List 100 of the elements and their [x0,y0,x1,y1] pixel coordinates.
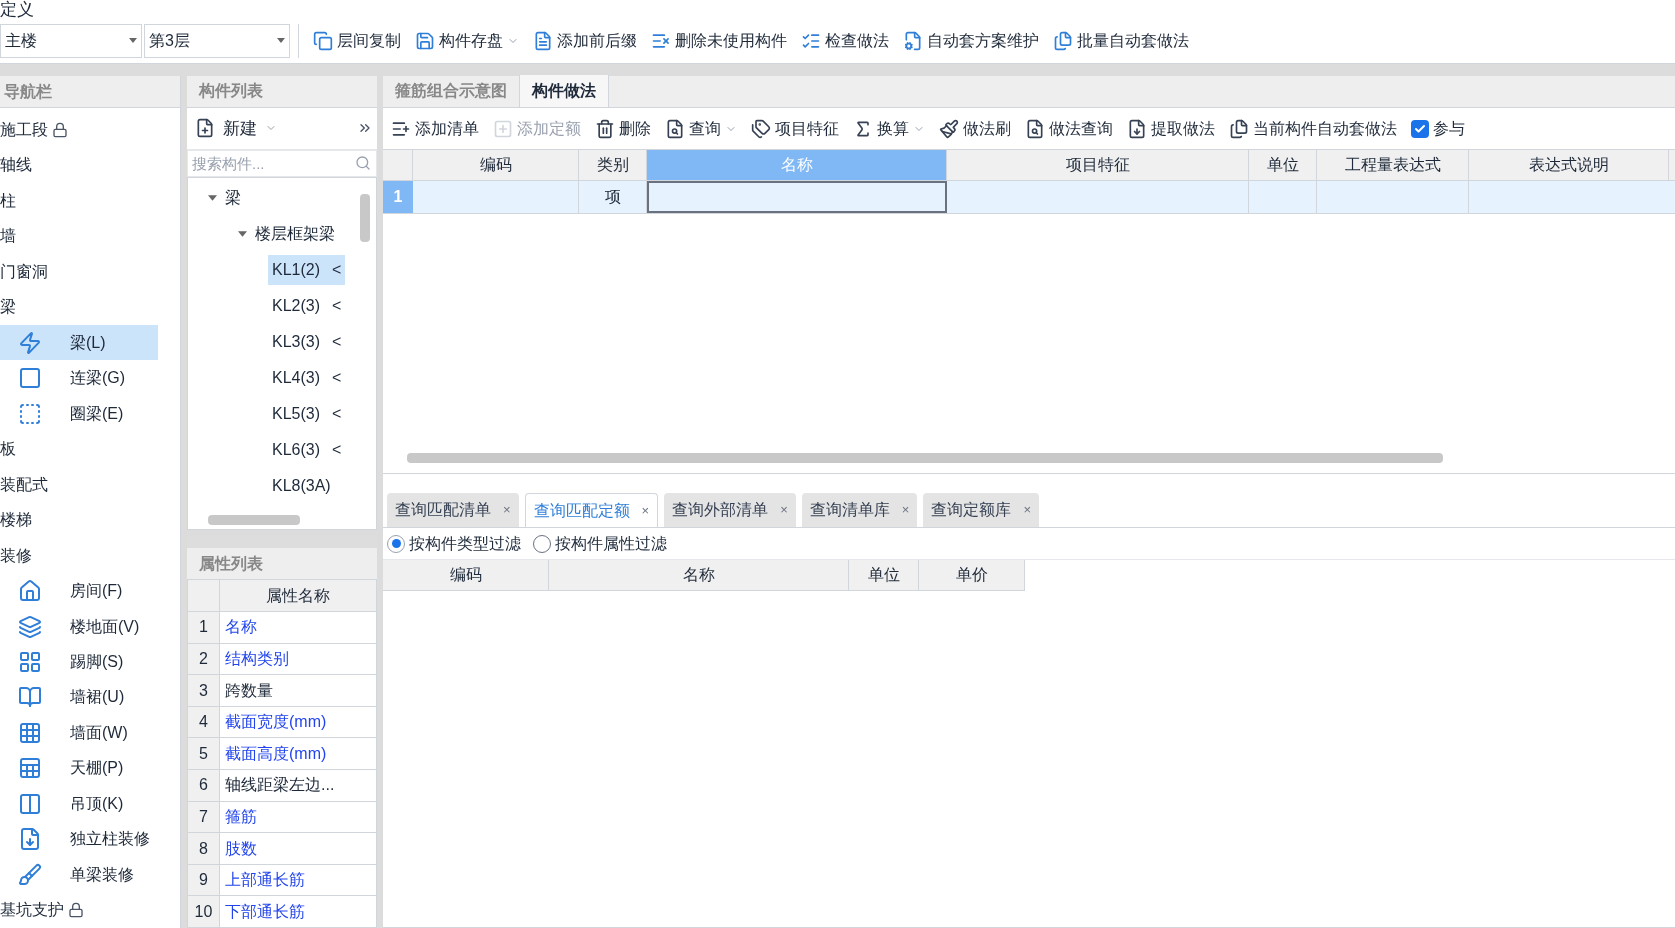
participate-checkbox[interactable]: 参与 [1411,116,1465,141]
column-header[interactable]: 项目特征 [947,150,1249,180]
scrollbar[interactable] [208,515,300,526]
close-icon[interactable]: × [901,500,910,520]
toolbar-button[interactable]: 删除未使用构件 [651,28,787,53]
toolbar-button[interactable]: 自动套方案维护 [903,28,1039,53]
tree-item[interactable]: KL5(3) < [268,398,346,429]
building-dropdown[interactable]: 主楼 [0,23,142,58]
toolbar-button[interactable]: 项目特征 [751,116,839,141]
tree-node[interactable]: 梁 [208,185,241,210]
column-header[interactable]: 表达式说明 [1469,150,1669,180]
nav-item[interactable]: 墙面(W) [0,715,158,751]
toolbar-button[interactable]: 当前构件自动套做法 [1229,116,1397,141]
tree-node[interactable]: 楼层框架梁 [238,221,335,246]
floor-dropdown[interactable]: 第3层 [144,23,290,58]
tree-item[interactable]: KL1(2) < [268,254,346,285]
property-name[interactable]: 截面宽度(mm) [220,706,377,738]
radio-button[interactable] [387,534,405,553]
nav-group[interactable]: 施工段 [0,117,68,142]
search-icon [355,154,371,171]
new-file-icon [195,118,215,139]
scrollbar[interactable] [407,453,1443,463]
scrollbar[interactable] [360,193,370,242]
toolbar-button[interactable]: 换算 [853,116,925,141]
row-number: 9 [188,864,220,896]
tab[interactable]: 查询匹配定额 × [524,493,659,527]
tab[interactable]: 查询定额库 × [923,493,1039,527]
toolbar-button[interactable]: 添加清单 [391,116,479,141]
close-icon[interactable]: × [1023,500,1031,520]
property-name[interactable]: 箍筋 [220,801,377,833]
add-item-icon [493,118,513,139]
radio-option[interactable]: 按构件类型过滤 [387,531,521,556]
column-header[interactable]: 单位 [1249,150,1317,180]
tab[interactable]: 查询匹配清单 × [387,493,519,527]
tree-item[interactable]: KL8(3A) [268,470,335,501]
tab[interactable]: 查询清单库 × [801,493,918,527]
tab[interactable]: 查询外部清单 × [664,493,796,527]
nav-item[interactable]: 连梁(G) [0,360,158,396]
nav-item[interactable]: 独立柱装修 [0,821,158,858]
property-name[interactable]: 结构类别 [220,643,377,675]
property-name[interactable]: 名称 [220,612,377,643]
nav-group[interactable]: 板 [0,437,16,462]
property-name[interactable]: 肢数 [220,833,377,864]
row-number: 5 [188,738,220,770]
nav-group[interactable]: 梁 [0,295,16,320]
name-cell[interactable] [647,181,947,213]
nav-item[interactable]: 吊顶(K) [0,786,158,822]
row-number: 3 [188,675,220,706]
tree-item[interactable]: KL2(3) < [268,290,346,321]
nav-item[interactable]: 房间(F) [0,573,158,609]
nav-item[interactable]: 楼地面(V) [0,608,158,645]
toolbar-button[interactable]: 检查做法 [801,28,889,53]
toolbar-button[interactable]: 批量自动套做法 [1053,28,1189,53]
nav-group[interactable]: 墙 [0,224,16,249]
tree-item[interactable]: KL4(3) < [268,362,346,393]
column-header[interactable]: 编码 [413,150,579,180]
nav-item[interactable]: 梁(L) [0,324,158,361]
close-icon[interactable]: × [780,500,788,520]
property-name[interactable]: 轴线距梁左边... [220,770,377,801]
toolbar-button[interactable]: 做法查询 [1025,116,1113,141]
property-name[interactable]: 跨数量 [220,675,377,706]
tree-item[interactable]: KL6(3) < [268,434,346,465]
property-name[interactable]: 下部通长筋 [220,896,377,927]
nav-item[interactable]: 墙裙(U) [0,679,158,716]
radio-option[interactable]: 按构件属性过滤 [533,531,667,556]
nav-group[interactable]: 楼梯 [0,508,32,533]
nav-group[interactable]: 柱 [0,188,16,213]
nav-group[interactable]: 装修 [0,543,32,568]
row-number: 4 [188,706,220,738]
check-icon [1414,122,1426,135]
nav-item[interactable]: 天棚(P) [0,750,158,787]
tree-item[interactable]: KL3(3) < [268,326,346,357]
nav-group[interactable]: 门窗洞 [0,259,48,284]
search-field[interactable]: 搜索构件... [187,149,377,177]
files-icon [1053,30,1073,51]
property-name[interactable]: 截面高度(mm) [220,738,377,770]
toolbar-button[interactable]: 提取做法 [1127,116,1215,141]
radio-button[interactable] [533,534,551,553]
files-icon [1229,118,1249,139]
property-name[interactable]: 上部通长筋 [220,864,377,896]
toolbar-button[interactable]: 删除 [595,116,651,141]
column-header[interactable]: 工程量表达式 [1317,150,1469,180]
nav-group[interactable]: 装配式 [0,472,48,497]
toolbar-button[interactable]: 查询 [665,116,737,141]
nav-item[interactable]: 踢脚(S) [0,644,158,680]
toolbar-button[interactable]: 构件存盘 [415,28,519,53]
toolbar-button[interactable]: 层间复制 [313,28,401,53]
tree-label: 楼层框架梁 [255,223,335,244]
checkbox[interactable] [1411,119,1429,138]
nav-group[interactable]: 轴线 [0,153,32,178]
nav-group[interactable]: 基坑支护 [0,898,84,923]
file-gear-icon [903,30,923,51]
nav-item[interactable]: 圈梁(E) [0,395,158,432]
close-icon[interactable]: × [503,500,511,520]
copy-icon [313,30,333,51]
close-icon[interactable]: × [641,500,650,521]
tab[interactable]: 构件做法 [520,75,609,107]
toolbar-button[interactable]: 做法刷 [939,116,1011,141]
toolbar-button[interactable]: 添加前后缀 [533,28,637,53]
nav-item[interactable]: 单梁装修 [0,857,158,893]
